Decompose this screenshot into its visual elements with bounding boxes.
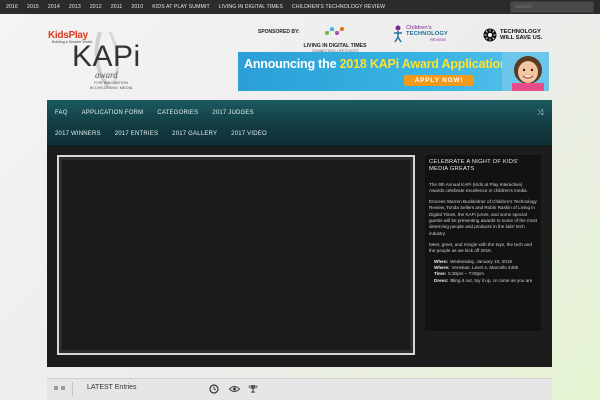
- childrens-technology-figure-icon: [394, 25, 402, 43]
- top-nav-item-2016[interactable]: 2016: [6, 4, 18, 10]
- top-nav-item-2015[interactable]: 2015: [27, 4, 39, 10]
- main-menu-row-2: 2017 WINNERS 2017 ENTRIES 2017 GALLERY 2…: [55, 128, 281, 140]
- tws-sun-logo-icon: [483, 28, 497, 42]
- top-nav-item-2012[interactable]: 2012: [90, 4, 102, 10]
- search-input[interactable]: [510, 1, 594, 13]
- grid-view-icon[interactable]: [54, 386, 68, 393]
- event-details: When: Wednesday, January 10, 2018 Where: V…: [429, 259, 537, 284]
- sponsor-living-in-digital-times[interactable]: LIVING IN DIGITAL TIMES CONNECTING LIFE'…: [302, 24, 368, 53]
- top-nav-item-2013[interactable]: 2013: [69, 4, 81, 10]
- banner-headline-prefix: Announcing the: [244, 57, 340, 71]
- latest-entries-tabs: LATEST Entries: [47, 378, 552, 400]
- trophy-icon[interactable]: [247, 383, 259, 395]
- latest-entries-title: LATEST Entries: [87, 384, 137, 391]
- top-nav-item-2011[interactable]: 2011: [111, 4, 123, 10]
- sponsor-ctr-text: Children's TECHNOLOGY REVIEW: [406, 25, 448, 43]
- menu-item-2017-video[interactable]: 2017 VIDEO: [231, 131, 267, 137]
- menu-item-2017-gallery[interactable]: 2017 GALLERY: [172, 131, 217, 137]
- event-info-paragraph-1: The 9th Annual KAPi (Kids at Play Intera…: [429, 182, 528, 194]
- sponsor-childrens-technology-review[interactable]: Children's TECHNOLOGY REVIEW: [392, 25, 448, 43]
- kapi-award-label: award: [95, 70, 118, 80]
- video-player[interactable]: [57, 155, 415, 355]
- top-nav-item-childrens-technology-review[interactable]: CHILDREN'S TECHNOLOGY REVIEW: [292, 4, 385, 10]
- top-nav-item-kids-at-play-summit[interactable]: KIDS AT PLAY SUMMIT: [152, 4, 209, 10]
- menu-item-faq[interactable]: FAQ: [55, 110, 68, 116]
- banner-headline: Announcing the 2018 KAPi Award Applicati…: [244, 57, 508, 71]
- menu-item-2017-judges[interactable]: 2017 JUDGES: [212, 110, 254, 116]
- event-info-paragraph-2: Emcees Warren Buckleitner of Children's …: [429, 199, 538, 236]
- shuffle-icon[interactable]: ⤨: [537, 108, 543, 118]
- menu-item-2017-winners[interactable]: 2017 WINNERS: [55, 131, 101, 137]
- apply-now-button[interactable]: APPLY NOW!: [404, 75, 474, 86]
- kapi-subtitle: FOR INNOVATION IN CHILDRENS' MEDIA: [86, 80, 136, 90]
- event-detail-dress-label: Dress:: [434, 277, 449, 283]
- clock-icon[interactable]: [208, 383, 220, 395]
- menu-item-2017-entries[interactable]: 2017 ENTRIES: [115, 131, 158, 137]
- menu-item-categories[interactable]: CATEGORIES: [157, 110, 198, 116]
- application-banner[interactable]: Announcing the 2018 KAPi Award Applicati…: [238, 52, 549, 91]
- sponsored-by-label: SPONSORED BY:: [258, 29, 300, 35]
- event-info-sidebar: CELEBRATE A NIGHT OF KIDS' MEDIA GREATS …: [425, 155, 541, 331]
- tab-divider: [72, 382, 73, 396]
- banner-child-photo: [502, 52, 549, 91]
- sponsor-ctr-line-3: REVIEW: [430, 37, 446, 42]
- event-detail-dress-value: Bling it out, toy it up, or come as you …: [450, 277, 533, 283]
- main-menu: FAQ APPLICATION FORM CATEGORIES 2017 JUD…: [47, 100, 552, 146]
- sponsor-tws-line-2: WILL SAVE US.: [500, 35, 543, 41]
- main-menu-row-1: FAQ APPLICATION FORM CATEGORIES 2017 JUD…: [55, 107, 268, 119]
- top-nav-item-2014[interactable]: 2014: [48, 4, 60, 10]
- top-nav: 2016 2015 2014 2013 2012 2011 2010 KIDS …: [6, 0, 394, 14]
- main-panel: FAQ APPLICATION FORM CATEGORIES 2017 JUD…: [47, 100, 552, 367]
- kapi-subtitle-line-2: IN CHILDRENS' MEDIA: [89, 85, 133, 90]
- banner-headline-highlight: 2018 KAPi Award Application: [339, 57, 508, 71]
- video-player-screen[interactable]: [62, 160, 410, 350]
- top-nav-item-living-in-digital-times[interactable]: LIVING IN DIGITAL TIMES: [219, 4, 283, 10]
- eye-icon[interactable]: [228, 383, 240, 395]
- sponsor-technology-will-save-us[interactable]: TECHNOLOGY WILL SAVE US.: [483, 28, 542, 42]
- dots-logo-icon: [325, 27, 344, 35]
- menu-item-application-form[interactable]: APPLICATION FORM: [82, 110, 144, 116]
- top-nav-item-2010[interactable]: 2010: [131, 4, 143, 10]
- sponsor-tws-text: TECHNOLOGY WILL SAVE US.: [500, 29, 542, 41]
- kapi-title[interactable]: KAPi: [72, 42, 141, 72]
- event-detail-dress: Dress: Bling it out, toy it up, or come a…: [434, 278, 537, 284]
- event-info-title: CELEBRATE A NIGHT OF KIDS' MEDIA GREATS: [429, 159, 519, 172]
- event-info-paragraph-3: Meet, greet, and mingle with the toys, t…: [429, 241, 532, 253]
